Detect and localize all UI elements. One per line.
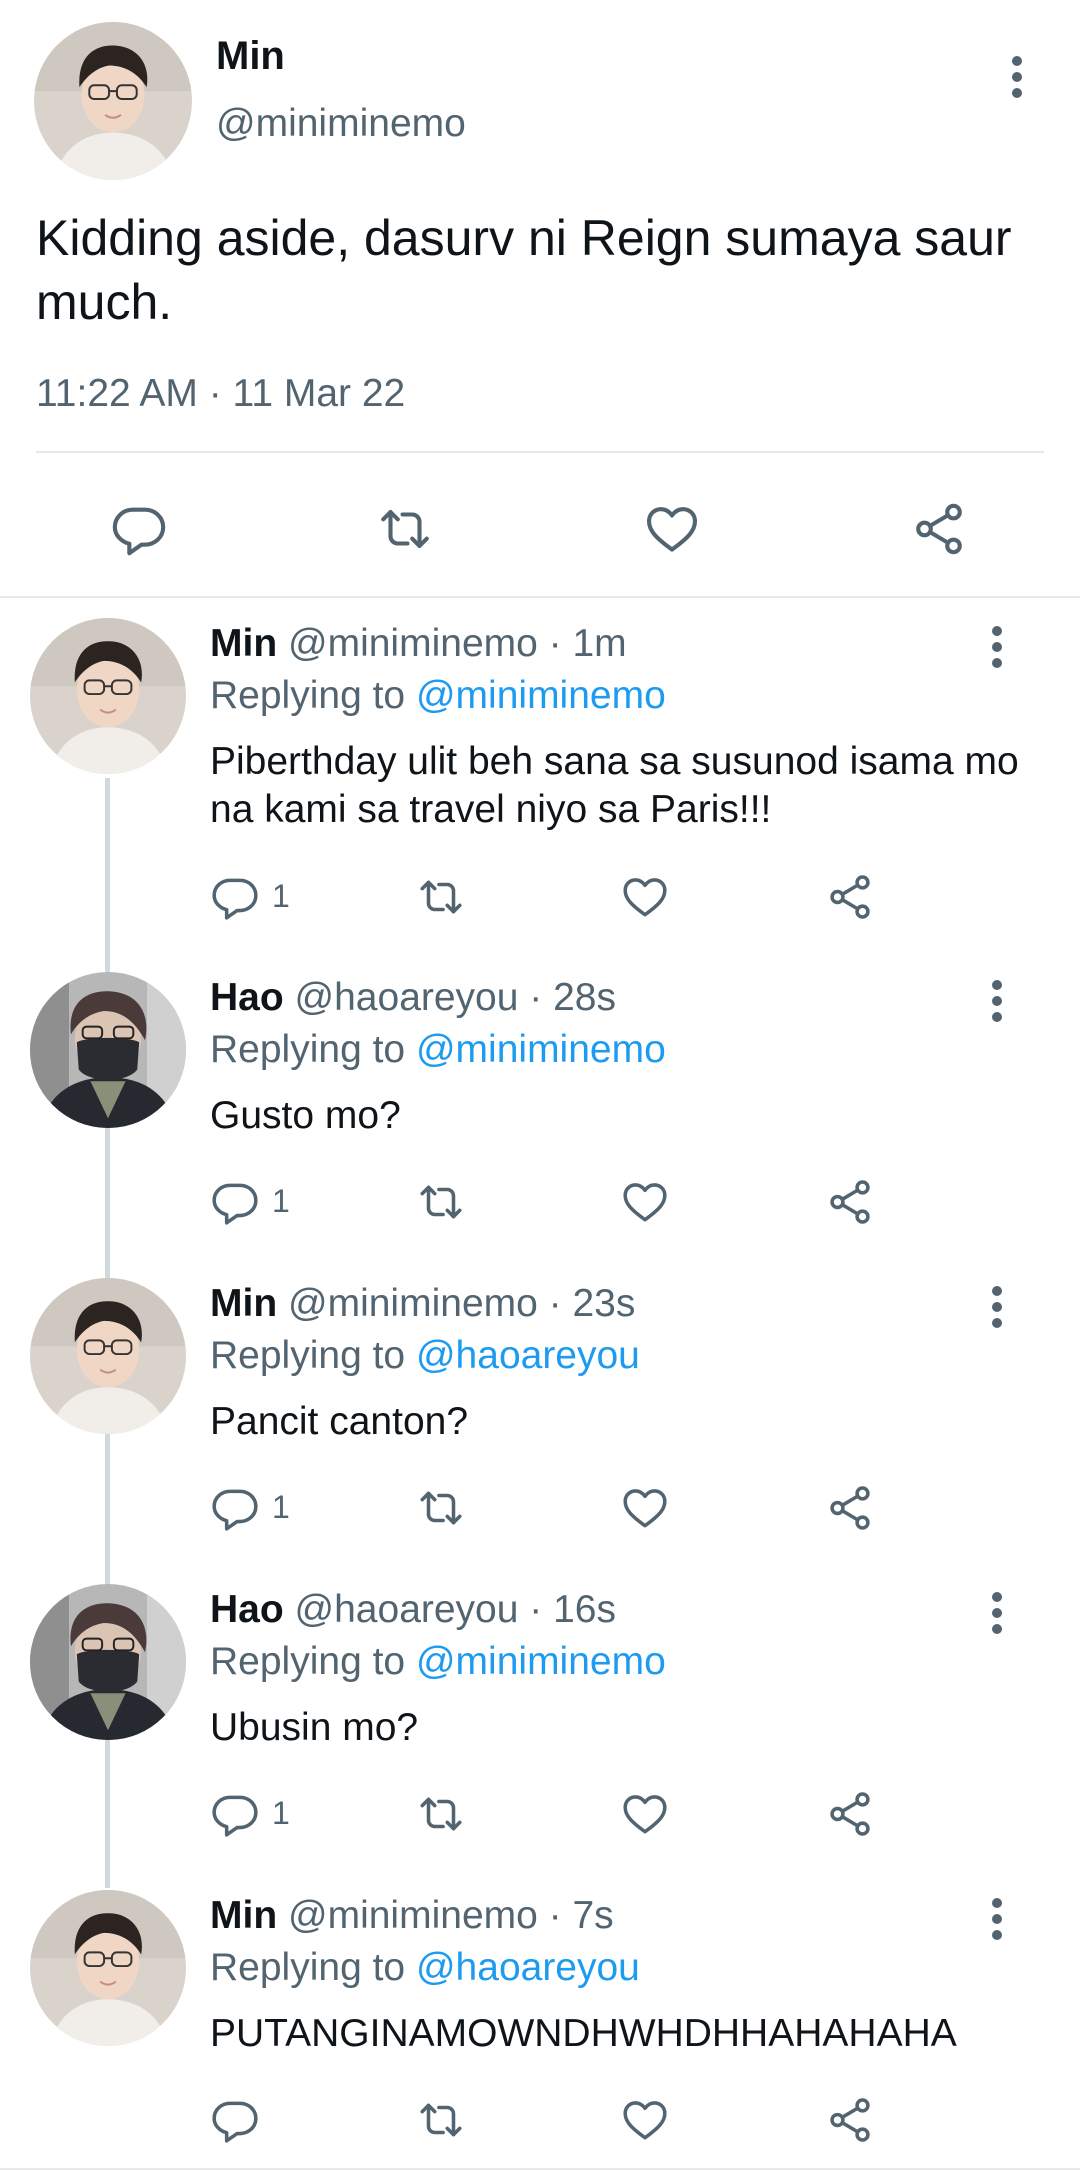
replying-to: Replying to @miniminemo: [210, 1640, 666, 1683]
reply-avatar[interactable]: [30, 1890, 186, 2046]
main-author-handle[interactable]: @miniminemo: [216, 102, 466, 146]
replying-to: Replying to @miniminemo: [210, 674, 666, 717]
mention-link[interactable]: @haoareyou: [416, 1334, 640, 1377]
like-icon[interactable]: [620, 872, 670, 922]
more-options-icon[interactable]: [992, 1898, 1004, 1946]
mention-link[interactable]: @miniminemo: [416, 1640, 666, 1683]
mention-link[interactable]: @haoareyou: [416, 1946, 640, 1989]
mention-link[interactable]: @miniminemo: [416, 674, 666, 717]
reply-icon[interactable]: [210, 1483, 260, 1533]
more-options-icon[interactable]: [992, 980, 1004, 1028]
bottom-divider: [0, 2168, 1080, 2170]
reply-count: 1: [272, 1795, 290, 1831]
share-icon[interactable]: [825, 1483, 875, 1533]
replying-to: Replying to @miniminemo: [210, 1028, 666, 1071]
more-options-icon[interactable]: [992, 1592, 1004, 1640]
reply-avatar[interactable]: [30, 972, 186, 1128]
retweet-icon[interactable]: [416, 1177, 466, 1227]
reply-icon[interactable]: [210, 1789, 260, 1839]
reply-avatar[interactable]: [30, 1278, 186, 1434]
retweet-icon[interactable]: [416, 1483, 466, 1533]
reply-icon[interactable]: [110, 500, 168, 558]
divider: [36, 451, 1044, 453]
share-icon[interactable]: [825, 1177, 875, 1227]
reply-count: 1: [272, 1489, 290, 1525]
mention-link[interactable]: @miniminemo: [416, 1028, 666, 1071]
share-icon[interactable]: [910, 500, 968, 558]
reply-text: Gusto mo?: [210, 1094, 401, 1137]
reply-avatar[interactable]: [30, 618, 186, 774]
replying-to: Replying to @haoareyou: [210, 1334, 640, 1377]
retweet-icon[interactable]: [416, 2095, 466, 2145]
like-icon[interactable]: [620, 1789, 670, 1839]
reply-avatar[interactable]: [30, 1584, 186, 1740]
reply-icon[interactable]: [210, 1177, 260, 1227]
like-icon[interactable]: [620, 2095, 670, 2145]
main-avatar[interactable]: [34, 22, 192, 180]
share-icon[interactable]: [825, 872, 875, 922]
reply-icon[interactable]: [210, 2095, 260, 2145]
share-icon[interactable]: [825, 2095, 875, 2145]
like-icon[interactable]: [620, 1177, 670, 1227]
reply-header[interactable]: Hao @haoareyou · 28s: [210, 976, 616, 1020]
reply-text: Pancit canton?: [210, 1400, 469, 1443]
share-icon[interactable]: [825, 1789, 875, 1839]
more-options-icon[interactable]: [1012, 56, 1024, 104]
reply-header[interactable]: Hao @haoareyou · 16s: [210, 1588, 616, 1632]
like-icon[interactable]: [620, 1483, 670, 1533]
section-divider: [0, 596, 1080, 598]
like-icon[interactable]: [643, 500, 701, 558]
retweet-icon[interactable]: [376, 500, 434, 558]
reply-count: 1: [272, 1183, 290, 1219]
reply-text: PUTANGINAMOWNDHWHDHHAHAHAHA: [210, 2012, 957, 2055]
main-tweet-timestamp: 11:22 AM · 11 Mar 22: [36, 372, 406, 415]
retweet-icon[interactable]: [416, 1789, 466, 1839]
main-author-name[interactable]: Min: [216, 34, 285, 79]
more-options-icon[interactable]: [992, 1286, 1004, 1334]
reply-text: Piberthday ulit beh sana sa susunod isam…: [210, 740, 1019, 831]
reply-text: Ubusin mo?: [210, 1706, 419, 1749]
reply-count: 1: [272, 878, 290, 914]
more-options-icon[interactable]: [992, 626, 1004, 674]
main-tweet-text: Kidding aside, dasurv ni Reign sumaya sa…: [36, 210, 1012, 330]
reply-header[interactable]: Min @miniminemo · 7s: [210, 1894, 614, 1938]
reply-header[interactable]: Min @miniminemo · 23s: [210, 1282, 635, 1326]
replying-to: Replying to @haoareyou: [210, 1946, 640, 1989]
reply-header[interactable]: Min @miniminemo · 1m: [210, 622, 627, 666]
retweet-icon[interactable]: [416, 872, 466, 922]
reply-icon[interactable]: [210, 872, 260, 922]
